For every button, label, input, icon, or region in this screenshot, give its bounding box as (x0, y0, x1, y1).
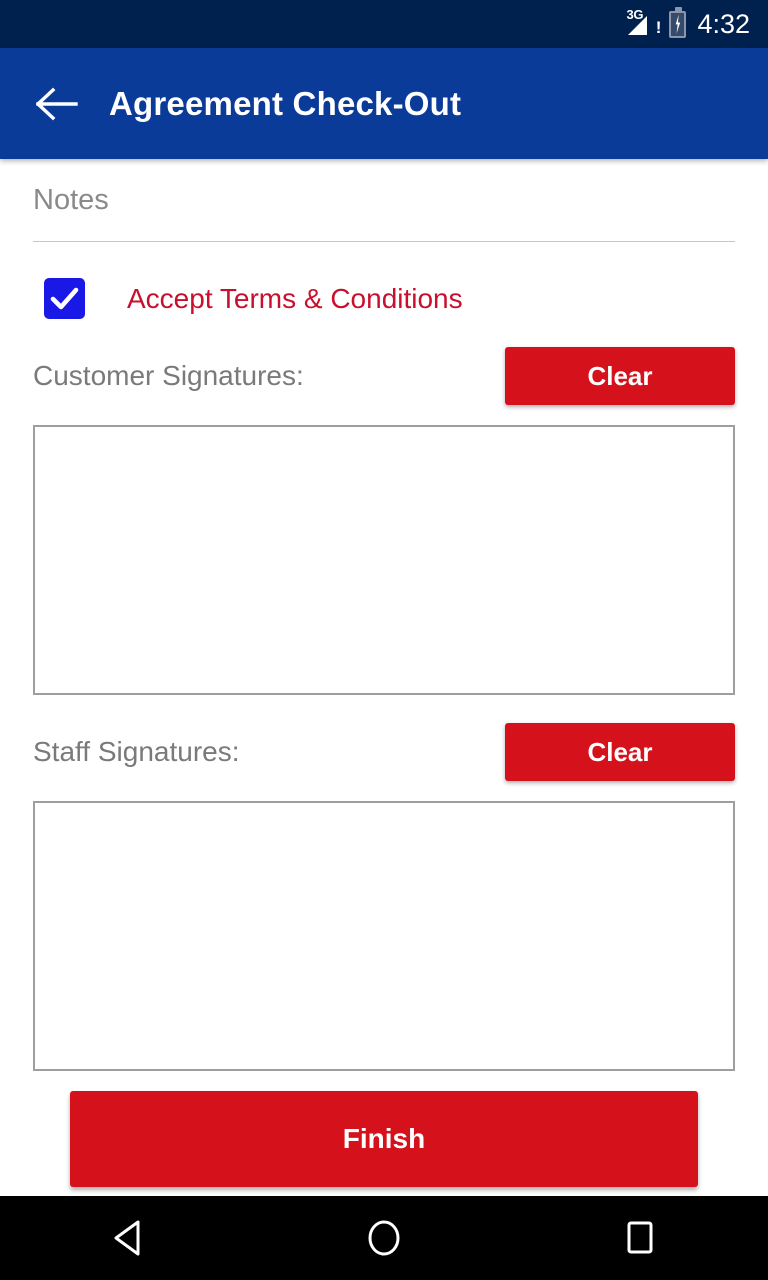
finish-button-wrap: Finish (70, 1091, 698, 1187)
checkmark-icon (50, 287, 79, 310)
square-recents-icon (627, 1221, 653, 1254)
clear-staff-signature-button[interactable]: Clear (505, 723, 735, 781)
customer-signature-label: Customer Signatures: (33, 360, 304, 391)
battery-bolt-glyph (675, 14, 681, 34)
android-nav-bar (0, 1196, 768, 1280)
clock-label: 4:32 (697, 8, 750, 39)
app-bar: Agreement Check-Out (0, 48, 768, 159)
notes-underline (33, 241, 735, 242)
nav-back-button[interactable] (80, 1196, 176, 1280)
circle-home-icon (368, 1220, 400, 1256)
signal-triangle (628, 16, 648, 35)
page-title: Agreement Check-Out (109, 84, 462, 122)
battery-charging-icon (669, 6, 687, 38)
notes-input[interactable]: Notes (33, 183, 735, 241)
customer-signature-pad[interactable] (33, 425, 735, 695)
no-service-alert-label: ! (655, 18, 662, 37)
customer-signature-header: Customer Signatures: Clear (33, 345, 735, 407)
arrow-left-icon (36, 87, 78, 120)
phone-screen: 3G ! 4:32 Agreement Check-Out Notes Acce… (0, 0, 768, 1280)
nav-recents-button[interactable] (592, 1196, 688, 1280)
accept-terms-row[interactable]: Accept Terms & Conditions (44, 278, 768, 319)
notes-field[interactable]: Notes (33, 159, 735, 242)
status-bar: 3G ! 4:32 (0, 0, 768, 48)
accept-terms-checkbox[interactable] (44, 278, 85, 319)
signal-bars-icon: 3G ! (626, 8, 662, 39)
finish-button[interactable]: Finish (70, 1091, 698, 1187)
status-icons: 3G ! 4:32 (626, 6, 750, 39)
triangle-back-icon (114, 1220, 140, 1256)
back-button[interactable] (34, 81, 80, 127)
staff-signature-pad[interactable] (33, 801, 735, 1071)
clear-customer-signature-button[interactable]: Clear (505, 347, 735, 405)
nav-home-button[interactable] (336, 1196, 432, 1280)
staff-signature-header: Staff Signatures: Clear (33, 721, 735, 783)
staff-signature-label: Staff Signatures: (33, 736, 240, 767)
accept-terms-label[interactable]: Accept Terms & Conditions (127, 283, 463, 315)
form-content: Notes Accept Terms & Conditions Customer… (0, 159, 768, 1196)
